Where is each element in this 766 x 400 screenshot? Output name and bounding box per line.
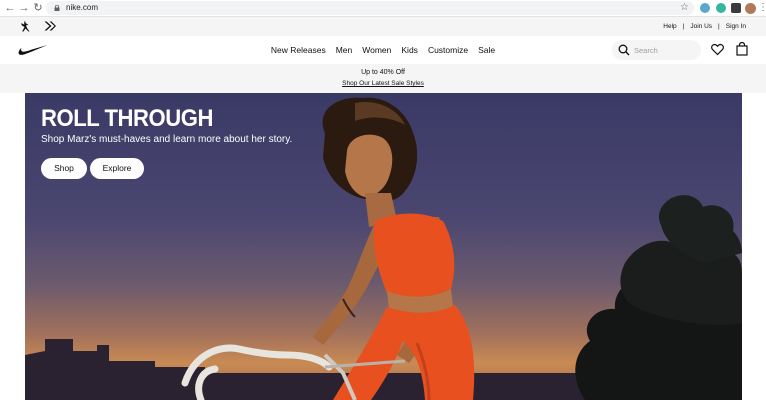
browser-menu-icon[interactable]: ⋮: [758, 1, 766, 15]
puzzle-extensions-icon[interactable]: [731, 3, 741, 13]
favorites-heart-icon[interactable]: [711, 43, 724, 56]
promo-title: Up to 40% Off: [361, 69, 405, 76]
nav-item-kids[interactable]: Kids: [396, 45, 423, 55]
lock-icon: [54, 5, 60, 11]
extension-icon[interactable]: [700, 3, 710, 13]
hero-subtitle: Shop Marz's must-haves and learn more ab…: [41, 134, 293, 145]
promo-banner: Up to 40% Off Shop Our Latest Sale Style…: [0, 64, 766, 93]
shopping-bag-icon[interactable]: [736, 42, 748, 56]
divider: |: [718, 23, 720, 30]
hero-title: ROLL THROUGH: [41, 105, 213, 132]
help-link[interactable]: Help: [663, 23, 676, 30]
divider: |: [682, 23, 685, 30]
nav-item-new-releases[interactable]: New Releases: [266, 45, 331, 55]
search-icon[interactable]: [618, 44, 630, 56]
top-links: Help | Join Us | Sign In: [663, 17, 746, 36]
shop-button[interactable]: Shop: [41, 158, 87, 179]
converse-icon[interactable]: [43, 19, 57, 33]
join-us-link[interactable]: Join Us: [690, 23, 712, 30]
extension-icon[interactable]: [716, 3, 726, 13]
explore-button[interactable]: Explore: [90, 158, 144, 179]
sign-in-link[interactable]: Sign In: [726, 23, 746, 30]
brand-strip: Help | Join Us | Sign In: [0, 17, 766, 36]
forward-arrow-icon[interactable]: →: [18, 1, 30, 15]
nav-item-sale[interactable]: Sale: [473, 45, 500, 55]
hero-banner[interactable]: ROLL THROUGH Shop Marz's must-haves and …: [25, 93, 742, 400]
back-arrow-icon[interactable]: ←: [4, 1, 16, 15]
main-navigation: New Releases Men Women Kids Customize Sa…: [0, 36, 766, 64]
nav-item-women[interactable]: Women: [357, 45, 396, 55]
jordan-jumpman-icon[interactable]: [18, 19, 32, 33]
browser-toolbar: ← → ↻ nike.com ☆ ⋮: [0, 0, 766, 17]
nav-item-men[interactable]: Men: [331, 45, 358, 55]
nav-item-customize[interactable]: Customize: [423, 45, 473, 55]
url-text: nike.com: [66, 3, 99, 12]
bookmark-star-icon[interactable]: ☆: [680, 1, 689, 15]
promo-link[interactable]: Shop Our Latest Sale Styles: [0, 80, 766, 87]
search-box[interactable]: [612, 40, 701, 60]
address-bar[interactable]: nike.com: [46, 1, 694, 15]
search-input[interactable]: [634, 43, 696, 57]
profile-avatar[interactable]: [745, 3, 756, 14]
reload-icon[interactable]: ↻: [32, 1, 44, 15]
